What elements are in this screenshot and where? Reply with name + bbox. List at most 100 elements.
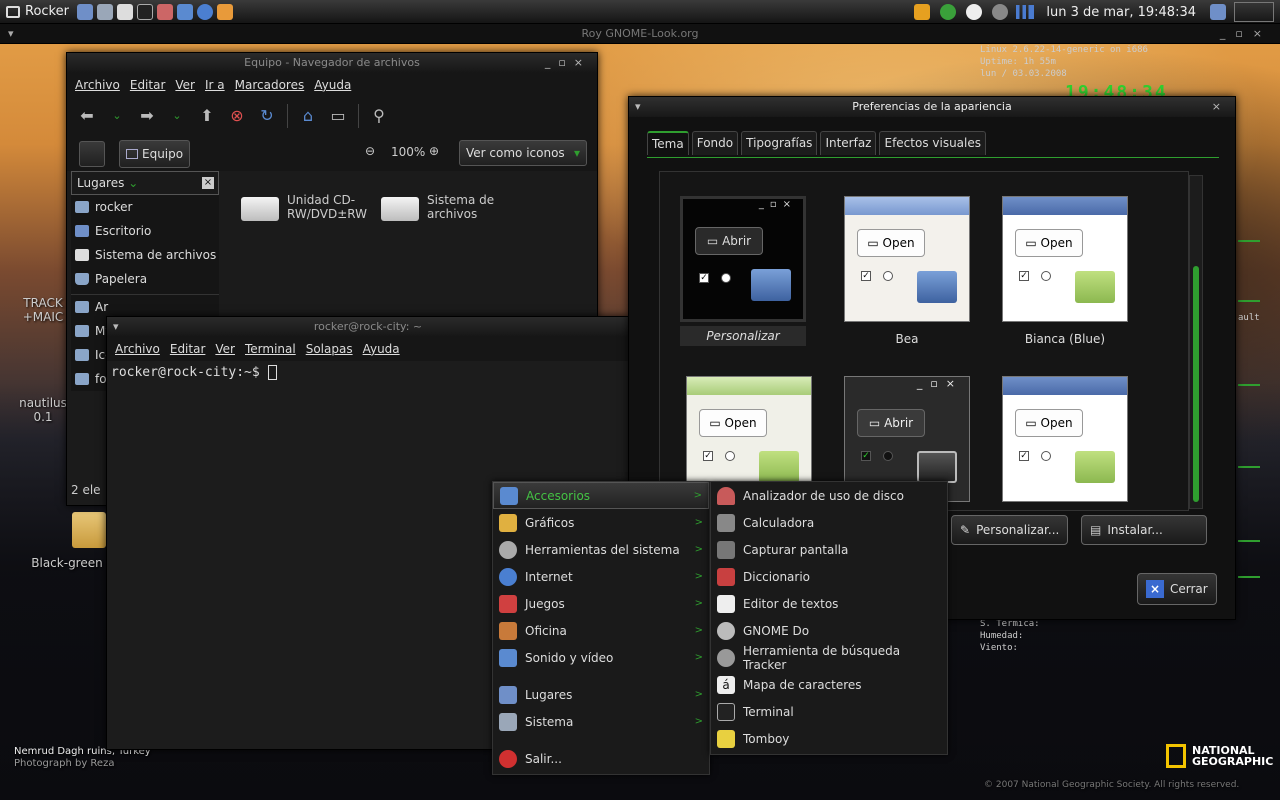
menu-terminal[interactable]: Terminal xyxy=(245,342,296,356)
sidebar-item-rocker[interactable]: rocker xyxy=(71,195,219,219)
menu-ir-a[interactable]: Ir a xyxy=(205,78,225,92)
search-icon[interactable]: ⚲ xyxy=(369,107,389,125)
play-icon[interactable] xyxy=(940,4,957,20)
forward-icon[interactable]: ➡ xyxy=(137,107,157,125)
menu-item-tracker[interactable]: Herramienta de búsqueda Tracker xyxy=(711,644,947,672)
menu-item-tomboy[interactable]: Tomboy xyxy=(711,725,947,752)
menu-editar[interactable]: Editar xyxy=(130,78,166,92)
menu-item-analizador-disco[interactable]: Analizador de uso de disco xyxy=(711,482,947,509)
forward-history-icon[interactable]: ⌄ xyxy=(167,107,187,125)
tab-efectos-visuales[interactable]: Efectos visuales xyxy=(879,131,986,155)
computer-icon[interactable]: ▭ xyxy=(328,107,348,125)
theme-item[interactable]: ▭ Open ✓ xyxy=(1002,376,1128,502)
menu-item-capturar-pantalla[interactable]: Capturar pantalla xyxy=(711,536,947,563)
up-icon[interactable]: ⬆ xyxy=(197,107,217,125)
window-menu-arrow-icon[interactable]: ▾ xyxy=(635,97,641,117)
appearance-titlebar[interactable]: ▾ Preferencias de la apariencia × xyxy=(629,97,1235,117)
file-manager-titlebar[interactable]: Equipo - Navegador de archivos _▫× xyxy=(67,53,597,73)
theme-item-personalizar[interactable]: _▫× ▭ Abrir ✓ Personalizar xyxy=(680,196,806,346)
menu-archivo[interactable]: Archivo xyxy=(75,78,120,92)
tab-tipografias[interactable]: Tipografías xyxy=(741,131,818,155)
window-menu-arrow-icon[interactable]: ▾ xyxy=(113,317,119,337)
theme-list-scrollbar[interactable] xyxy=(1189,175,1203,509)
menu-archivo[interactable]: Archivo xyxy=(115,342,160,356)
alert-icon[interactable] xyxy=(966,4,983,20)
menu-item-juegos[interactable]: Juegos > xyxy=(493,590,709,617)
sidebar-item-filesystem[interactable]: Sistema de archivos xyxy=(71,243,219,267)
tab-fondo[interactable]: Fondo xyxy=(691,131,739,155)
sidebar-header[interactable]: Lugares ⌄ × xyxy=(71,171,219,195)
speaker-icon[interactable] xyxy=(992,4,1009,20)
menu-ver[interactable]: Ver xyxy=(175,78,195,92)
terminal-launcher-icon[interactable] xyxy=(136,3,153,20)
menu-item-mapa-caracteres[interactable]: á Mapa de caracteres xyxy=(711,671,947,698)
close-button[interactable]: × Cerrar xyxy=(1137,573,1217,605)
file-item-cdrom[interactable]: Unidad CD-RW/DVD±RW xyxy=(241,193,371,221)
window-menu-arrow-icon[interactable]: ▾ xyxy=(8,24,14,44)
file-item-filesystem[interactable]: Sistema de archivos xyxy=(381,193,511,221)
desktop-folder-label[interactable]: Black-green xyxy=(22,556,112,570)
update-icon[interactable] xyxy=(914,4,931,20)
zoom-out-icon[interactable]: ⊖ xyxy=(365,144,375,158)
desktop-folder-icon[interactable] xyxy=(72,512,106,548)
menu-item-graficos[interactable]: Gráficos > xyxy=(493,509,709,536)
workspace-switcher[interactable] xyxy=(1234,2,1274,22)
home-icon[interactable]: ⌂ xyxy=(298,107,318,125)
zoom-in-icon[interactable]: ⊕ xyxy=(429,144,439,158)
tab-tema[interactable]: Tema xyxy=(647,131,689,155)
home-folder-launcher-icon[interactable] xyxy=(76,3,93,20)
package-launcher-icon[interactable] xyxy=(156,3,173,20)
menu-item-sonido-video[interactable]: Sonido y vídeo > xyxy=(493,644,709,671)
menu-ayuda[interactable]: Ayuda xyxy=(314,78,351,92)
back-icon[interactable]: ⬅ xyxy=(77,107,97,125)
menu-item-terminal[interactable]: Terminal xyxy=(711,698,947,725)
menu-item-accesorios[interactable]: Accesorios > xyxy=(493,482,709,509)
menu-item-herramientas-sistema[interactable]: Herramientas del sistema > xyxy=(493,536,709,563)
close-icon[interactable]: × xyxy=(1212,97,1229,117)
back-history-icon[interactable]: ⌄ xyxy=(107,107,127,125)
menu-item-oficina[interactable]: Oficina > xyxy=(493,617,709,644)
panel-clock[interactable]: lun 3 de mar, 19:48:34 xyxy=(1040,5,1202,20)
menu-marcadores[interactable]: Marcadores xyxy=(235,78,305,92)
theme-item-bea[interactable]: ▭ Open ✓ Bea xyxy=(844,196,970,346)
music-launcher-icon[interactable] xyxy=(176,3,193,20)
close-icon[interactable]: × xyxy=(202,177,214,189)
notes-icon[interactable] xyxy=(79,141,105,167)
reload-icon[interactable]: ↻ xyxy=(257,107,277,125)
strip-window-controls[interactable]: _▫× xyxy=(1220,24,1272,44)
install-button[interactable]: ▤ Instalar... xyxy=(1081,515,1207,545)
image-launcher-icon[interactable] xyxy=(216,3,233,20)
file-manager-window-controls[interactable]: _▫× xyxy=(545,53,591,73)
scrollbar-thumb[interactable] xyxy=(1193,266,1199,502)
menu-item-label: Editor de textos xyxy=(743,596,839,611)
sidebar-item-escritorio[interactable]: Escritorio xyxy=(71,219,219,243)
calendar-icon[interactable] xyxy=(1210,4,1226,20)
theme-thumbnail: ▭ Open ✓ xyxy=(1002,196,1128,322)
menu-ver[interactable]: Ver xyxy=(215,342,235,356)
browser-launcher-icon[interactable] xyxy=(196,3,213,20)
sidebar-item-trash[interactable]: Papelera xyxy=(71,267,219,291)
customize-button[interactable]: ✎ Personalizar... xyxy=(951,515,1069,545)
app-menu-button[interactable]: Rocker xyxy=(0,0,75,24)
menu-item-internet[interactable]: Internet > xyxy=(493,563,709,590)
stop-icon[interactable]: ⊗ xyxy=(227,107,247,125)
signal-strength-icon[interactable] xyxy=(1016,5,1035,19)
menu-item-lugares[interactable]: Lugares > xyxy=(493,681,709,708)
menu-solapas[interactable]: Solapas xyxy=(306,342,353,356)
menu-editar[interactable]: Editar xyxy=(170,342,206,356)
menu-item-salir[interactable]: Salir... xyxy=(493,745,709,772)
theme-item-bianca-blue[interactable]: ▭ Open ✓ Bianca (Blue) xyxy=(1002,196,1128,346)
location-equipo-button[interactable]: Equipo xyxy=(119,140,191,168)
drive-launcher-icon[interactable] xyxy=(116,3,133,20)
terminal-titlebar[interactable]: ▾ rocker@rock-city: ~ xyxy=(107,317,629,337)
submenu-arrow-icon: > xyxy=(694,716,703,727)
view-mode-select[interactable]: Ver como iconos ▾ xyxy=(459,140,587,166)
tab-interfaz[interactable]: Interfaz xyxy=(820,131,877,155)
menu-item-diccionario[interactable]: Diccionario xyxy=(711,563,947,590)
menu-ayuda[interactable]: Ayuda xyxy=(363,342,400,356)
computer-launcher-icon[interactable] xyxy=(96,3,113,20)
menu-item-gnome-do[interactable]: GNOME Do xyxy=(711,617,947,644)
menu-item-sistema[interactable]: Sistema > xyxy=(493,708,709,735)
menu-item-editor-textos[interactable]: Editor de textos xyxy=(711,590,947,617)
menu-item-calculadora[interactable]: Calculadora xyxy=(711,509,947,536)
